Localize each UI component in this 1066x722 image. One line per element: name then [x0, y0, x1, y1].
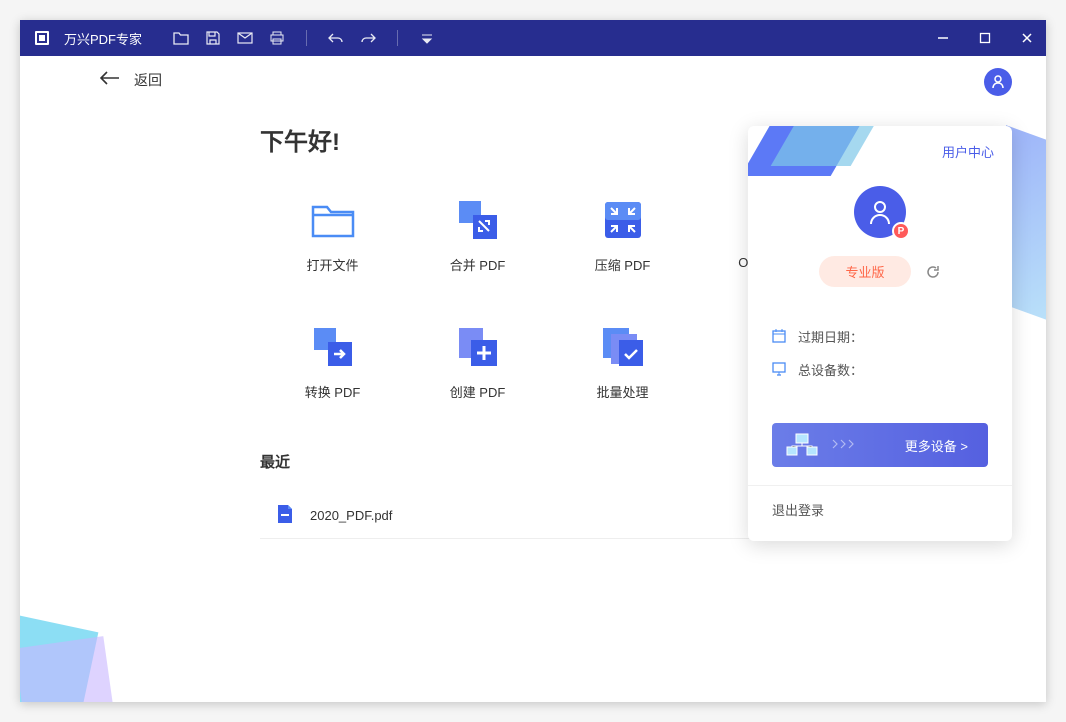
action-label: 创建 PDF	[450, 382, 506, 401]
greeting-text: 下午好!	[260, 122, 806, 157]
close-button[interactable]	[1018, 29, 1036, 47]
user-center-panel: 用户中心 P 专业版 过期日期：	[748, 126, 1012, 541]
create-pdf-action[interactable]: 创建 PDF	[405, 324, 550, 401]
open-folder-icon[interactable]	[172, 29, 190, 47]
redo-icon[interactable]	[359, 29, 377, 47]
minimize-button[interactable]	[934, 29, 952, 47]
calendar-icon	[772, 329, 788, 345]
print-icon[interactable]	[268, 29, 286, 47]
chevrons-icon	[832, 436, 856, 454]
expiry-label: 过期日期：	[798, 327, 863, 346]
convert-icon	[310, 324, 356, 370]
action-grid: 打开文件 合并 PDF 压缩 PDF	[260, 197, 806, 401]
devices-label: 总设备数：	[798, 360, 863, 379]
info-section: 过期日期： 总设备数：	[748, 307, 1012, 413]
user-avatar-button[interactable]	[984, 68, 1012, 96]
action-label: 压缩 PDF	[595, 255, 651, 274]
undo-icon[interactable]	[327, 29, 345, 47]
content-area: 返回 下午好! 打开文件 合并 PDF	[20, 56, 1046, 702]
app-logo-icon	[30, 26, 54, 50]
mail-icon[interactable]	[236, 29, 254, 47]
plan-badge-icon: P	[892, 222, 910, 240]
logout-button[interactable]: 退出登录	[748, 485, 1012, 541]
recent-section-label: 最近	[260, 451, 806, 472]
user-center-link[interactable]: 用户中心	[942, 142, 994, 161]
compress-pdf-action[interactable]: 压缩 PDF	[550, 197, 695, 274]
convert-pdf-action[interactable]: 转换 PDF	[260, 324, 405, 401]
recent-file-name: 2020_PDF.pdf	[310, 508, 392, 523]
batch-process-action[interactable]: 批量处理	[550, 324, 695, 401]
back-label[interactable]: 返回	[134, 70, 162, 90]
more-devices-label: 更多设备 >	[866, 436, 988, 455]
toolbar-divider	[397, 30, 398, 46]
decoration-bottom-left	[20, 612, 120, 702]
refresh-icon[interactable]	[925, 264, 941, 280]
plan-badge: 专业版	[819, 256, 910, 287]
action-label: 批量处理	[596, 382, 648, 401]
create-icon	[455, 324, 501, 370]
action-label: 打开文件	[306, 255, 358, 274]
monitor-icon	[772, 362, 788, 378]
action-label: 合并 PDF	[450, 255, 506, 274]
toolbar	[172, 29, 436, 47]
batch-icon	[600, 324, 646, 370]
compress-icon	[600, 197, 646, 243]
more-devices-button[interactable]: 更多设备 >	[772, 423, 988, 467]
avatar-section: P 专业版	[748, 176, 1012, 307]
panel-header: 用户中心	[748, 126, 1012, 176]
app-title: 万兴PDF专家	[64, 29, 142, 48]
recent-file-item[interactable]: 2020_PDF.pdf	[260, 492, 806, 539]
plan-row: 专业版	[748, 256, 1012, 287]
devices-row: 总设备数：	[772, 360, 988, 379]
save-icon[interactable]	[204, 29, 222, 47]
titlebar: 万兴PDF专家	[20, 20, 1046, 56]
app-window: 万兴PDF专家	[20, 20, 1046, 702]
open-folder-icon	[310, 197, 356, 243]
menu-dropdown-icon[interactable]	[418, 29, 436, 47]
decoration-top-right	[1006, 125, 1046, 327]
merge-icon	[455, 197, 501, 243]
pdf-file-icon	[276, 504, 296, 526]
open-file-action[interactable]: 打开文件	[260, 197, 405, 274]
merge-pdf-action[interactable]: 合并 PDF	[405, 197, 550, 274]
user-avatar-icon: P	[854, 186, 906, 238]
toolbar-divider	[306, 30, 307, 46]
back-row: 返回	[20, 56, 1046, 104]
action-label: 转换 PDF	[305, 382, 361, 401]
maximize-button[interactable]	[976, 29, 994, 47]
back-arrow-icon[interactable]	[100, 71, 120, 90]
expiry-row: 过期日期：	[772, 327, 988, 346]
window-controls	[934, 29, 1036, 47]
devices-network-icon	[772, 433, 832, 457]
